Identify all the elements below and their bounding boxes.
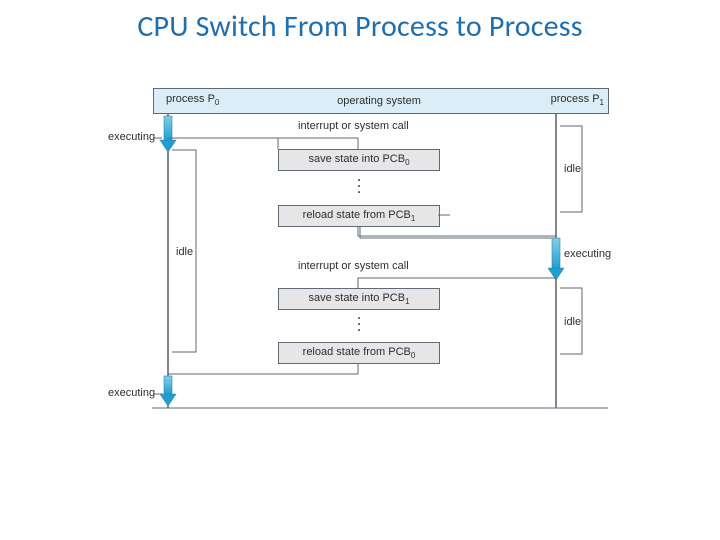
bracket-idle-p1-bottom (560, 288, 582, 354)
bracket-idle-p0 (172, 150, 196, 352)
bracket-idle-p1-top (560, 126, 582, 212)
arrow-p1-exec (548, 238, 564, 280)
slide-title: CPU Switch From Process to Process (36, 8, 684, 45)
arrow-p0-exec-bottom (160, 376, 176, 406)
diagram-lines (110, 88, 610, 488)
context-switch-diagram: process P0 operating system process P1 i… (110, 88, 610, 488)
slide: CPU Switch From Process to Process proce… (0, 0, 720, 540)
arrow-p0-exec-top (160, 116, 176, 152)
